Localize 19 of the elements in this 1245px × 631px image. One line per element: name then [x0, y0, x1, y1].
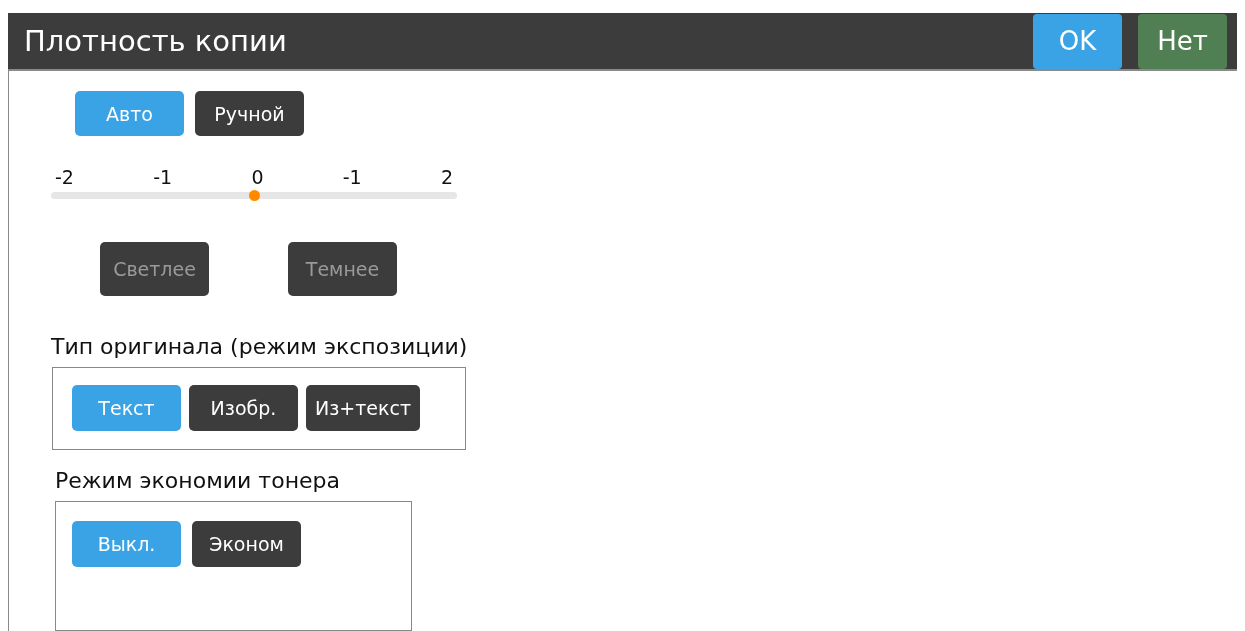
ok-button[interactable]: OK [1033, 13, 1122, 69]
section-label: Режим экономии тонера [55, 468, 340, 493]
toner-mode-button[interactable]: Эконом [192, 521, 301, 567]
slider-thumb[interactable] [249, 190, 260, 201]
slider-tick-label: 0 [251, 166, 264, 188]
density-slider[interactable] [51, 192, 457, 199]
toner-mode-button[interactable]: Выкл. [72, 521, 181, 567]
slider-tick-label: 2 [440, 166, 453, 188]
window-title: Плотность копии [24, 24, 288, 58]
slider-tick-label: -1 [342, 166, 362, 188]
mode-button[interactable]: Авто [75, 91, 184, 136]
slider-tick-label: -2 [55, 166, 74, 188]
slider-tick-label: -1 [153, 166, 173, 188]
original-type-button[interactable]: Изобр. [189, 385, 298, 431]
cancel-button[interactable]: Нет [1138, 13, 1227, 69]
section-label: Тип оригинала (режим экспозиции) [51, 334, 468, 359]
mode-button[interactable]: Ручной [195, 91, 304, 136]
original-type-button[interactable]: Текст [72, 385, 181, 431]
original-type-button[interactable]: Из+текст [306, 385, 420, 431]
